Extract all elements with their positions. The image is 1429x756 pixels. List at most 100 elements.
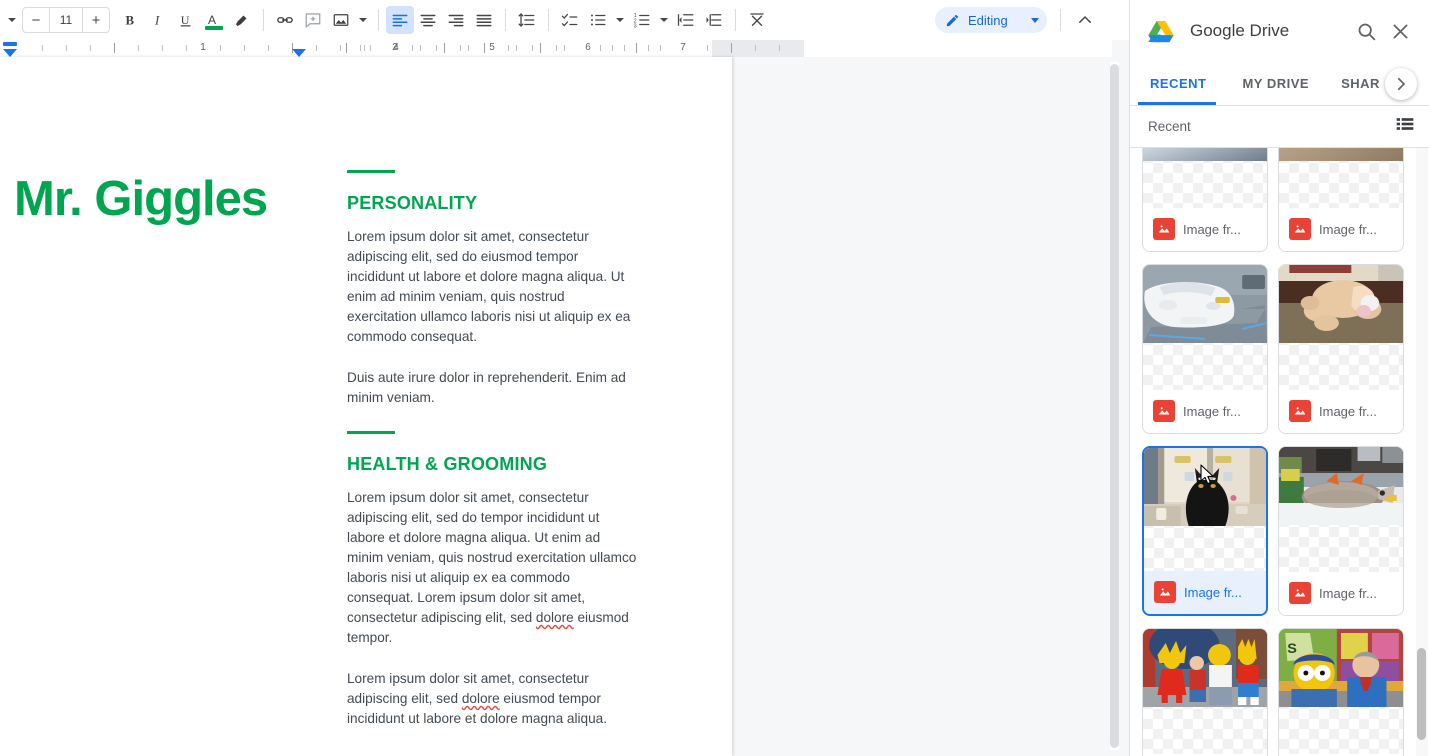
checklist-button[interactable] [556, 6, 584, 34]
file-thumbnail [1143, 629, 1267, 754]
section-heading-health-grooming: HEALTH & GROOMING [347, 454, 548, 474]
section-rule [347, 431, 395, 434]
align-center-button[interactable] [414, 6, 442, 34]
italic-button[interactable]: I [144, 6, 172, 34]
ruler-number-4: 4 [393, 42, 399, 53]
insert-link-button[interactable] [271, 6, 299, 34]
font-size-increase-button[interactable]: + [83, 8, 109, 32]
file-name: Image fr... [1183, 221, 1241, 237]
highlight-color-button[interactable] [228, 6, 256, 34]
ruler-number-7: 7 [680, 42, 686, 53]
document-scrollbar-thumb[interactable] [1110, 64, 1119, 748]
drive-file-card[interactable]: Image fr... [1142, 148, 1268, 252]
list-view-icon[interactable] [1395, 114, 1415, 139]
drive-file-card[interactable]: S [1278, 628, 1404, 756]
search-icon[interactable] [1349, 14, 1383, 48]
drive-panel-scrollbar-thumb[interactable] [1417, 648, 1426, 740]
file-label-row: Image fr... [1279, 571, 1403, 615]
close-icon[interactable] [1383, 14, 1417, 48]
numbered-list-button[interactable]: 1 2 3 [628, 6, 656, 34]
drive-panel-header: Google Drive [1130, 0, 1429, 62]
left-indent-marker[interactable] [3, 49, 17, 57]
file-label-row: Image fr... [1144, 570, 1266, 614]
font-size-decrease-button[interactable]: − [23, 8, 49, 32]
drive-section-label: Recent [1148, 119, 1191, 134]
tab-label: SHAR [1341, 76, 1380, 91]
drive-file-card-selected[interactable]: Image fr... [1142, 446, 1268, 616]
image-file-icon [1289, 218, 1311, 241]
font-size-stepper[interactable]: − 11 + [22, 7, 110, 33]
image-file-icon [1289, 582, 1311, 605]
editing-mode-button[interactable]: Editing [935, 7, 1047, 33]
align-right-button[interactable] [442, 6, 470, 34]
drive-file-card[interactable]: Image fr... [1278, 446, 1404, 616]
file-name: Image fr... [1319, 221, 1377, 237]
align-justify-button[interactable] [470, 6, 498, 34]
ruler-number-6: 6 [585, 42, 591, 53]
tab-recent[interactable]: RECENT [1130, 62, 1224, 105]
right-indent-marker[interactable] [292, 49, 306, 57]
document-page[interactable]: Mr. Giggles PERSONALITY Lorem ipsum dolo… [0, 57, 732, 756]
text-color-button[interactable]: A [200, 6, 228, 34]
insert-image-caret[interactable] [355, 6, 371, 34]
clear-formatting-button[interactable] [743, 6, 771, 34]
editing-mode-label: Editing [968, 12, 1008, 28]
align-left-button[interactable] [386, 6, 414, 34]
document-scrollbar[interactable] [1110, 62, 1119, 750]
section-personality: PERSONALITY Lorem ipsum dolor sit amet, … [347, 170, 637, 408]
thumbnail-image-black-cat [1144, 448, 1266, 526]
misspelled-word[interactable]: dolore [536, 610, 574, 625]
drive-file-card[interactable]: Image fr... [1278, 148, 1404, 252]
decrease-indent-button[interactable] [672, 6, 700, 34]
numbered-list-caret[interactable] [656, 6, 672, 34]
insert-image-button[interactable] [327, 6, 355, 34]
paragraph: Duis aute irure dolor in reprehenderit. … [347, 370, 626, 405]
file-name: Image fr... [1319, 403, 1377, 419]
line-spacing-button[interactable] [513, 6, 541, 34]
document-ruler[interactable]: 1 2 4 5 6 7 [0, 40, 1112, 57]
font-size-value[interactable]: 11 [49, 8, 83, 32]
drive-file-card[interactable]: Image fr... [1142, 628, 1268, 756]
docs-editor: − 11 + B I U A 1 2 3 Editing 1 2 4 5 6 7… [0, 0, 1129, 756]
chevron-down-icon [1031, 17, 1039, 23]
toolbar-overflow-caret[interactable] [4, 6, 20, 34]
misspelled-word[interactable]: dolore [462, 691, 500, 706]
file-label-row: Image fr... [1143, 389, 1267, 433]
first-line-indent-marker[interactable] [3, 42, 17, 46]
thumbnail-image-simpsons [1143, 629, 1267, 707]
ruler-number-5: 5 [489, 42, 495, 53]
collapse-toolbar-button[interactable] [1071, 6, 1099, 34]
ruler-number: 1 [200, 42, 206, 53]
bulleted-list-caret[interactable] [612, 6, 628, 34]
bulleted-list-button[interactable] [584, 6, 612, 34]
svg-text:S: S [1287, 641, 1297, 657]
drive-panel-scrollbar[interactable] [1416, 148, 1428, 756]
drive-file-grid[interactable]: Image fr... Image fr... Image fr... Imag… [1130, 148, 1429, 756]
google-drive-panel: Google Drive RECENT MY DRIVE SHAR Recent… [1129, 0, 1429, 756]
tab-label: MY DRIVE [1242, 76, 1310, 91]
drive-file-card[interactable]: Image fr... [1278, 264, 1404, 434]
document-title: Mr. Giggles [14, 172, 268, 226]
increase-indent-button[interactable] [700, 6, 728, 34]
file-thumbnail [1279, 447, 1403, 572]
image-file-icon [1289, 400, 1311, 423]
image-file-icon [1153, 400, 1175, 423]
tab-my-drive[interactable]: MY DRIVE [1224, 62, 1327, 105]
add-comment-button[interactable] [299, 6, 327, 34]
chevron-right-icon[interactable] [1385, 68, 1417, 100]
paragraph: Lorem ipsum dolor sit amet, consectetur … [347, 488, 637, 648]
svg-text:U: U [181, 13, 190, 27]
thumbnail-image-white-car [1143, 265, 1267, 343]
toolbar-divider [548, 9, 549, 31]
bold-button[interactable]: B [116, 6, 144, 34]
file-thumbnail [1143, 148, 1267, 208]
section-health-grooming: HEALTH & GROOMING Lorem ipsum dolor sit … [347, 431, 637, 729]
toolbar-divider [1060, 9, 1061, 31]
paragraph: Lorem ipsum dolor sit amet, consectetur … [347, 229, 631, 344]
file-label-row: Image fr... [1279, 207, 1403, 251]
underline-button[interactable]: U [172, 6, 200, 34]
file-name: Image fr... [1183, 403, 1241, 419]
image-file-icon [1154, 581, 1176, 604]
drive-file-card[interactable]: Image fr... [1142, 264, 1268, 434]
tab-shared[interactable]: SHAR [1327, 62, 1394, 105]
